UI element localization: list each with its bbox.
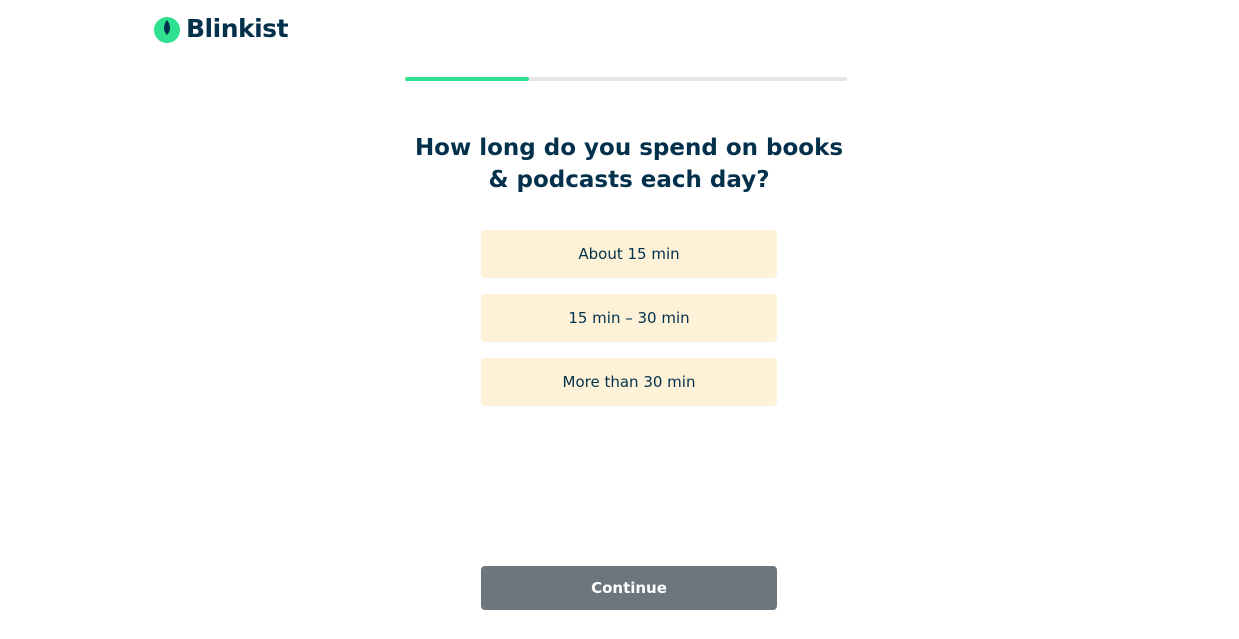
option-15-to-30-min[interactable]: 15 min – 30 min: [481, 294, 777, 342]
progress-bar-fill: [405, 77, 529, 81]
blinkist-leaf-icon: [154, 17, 180, 43]
question-title: How long do you spend on books & podcast…: [414, 135, 844, 193]
brand-name: Blinkist: [186, 14, 289, 43]
option-more-than-30-min[interactable]: More than 30 min: [481, 358, 777, 406]
answer-options: About 15 min 15 min – 30 min More than 3…: [481, 230, 777, 406]
blinkist-logo[interactable]: Blinkist: [152, 13, 289, 45]
progress-bar: [405, 77, 847, 81]
continue-button[interactable]: Continue: [481, 566, 777, 610]
option-about-15-min[interactable]: About 15 min: [481, 230, 777, 278]
